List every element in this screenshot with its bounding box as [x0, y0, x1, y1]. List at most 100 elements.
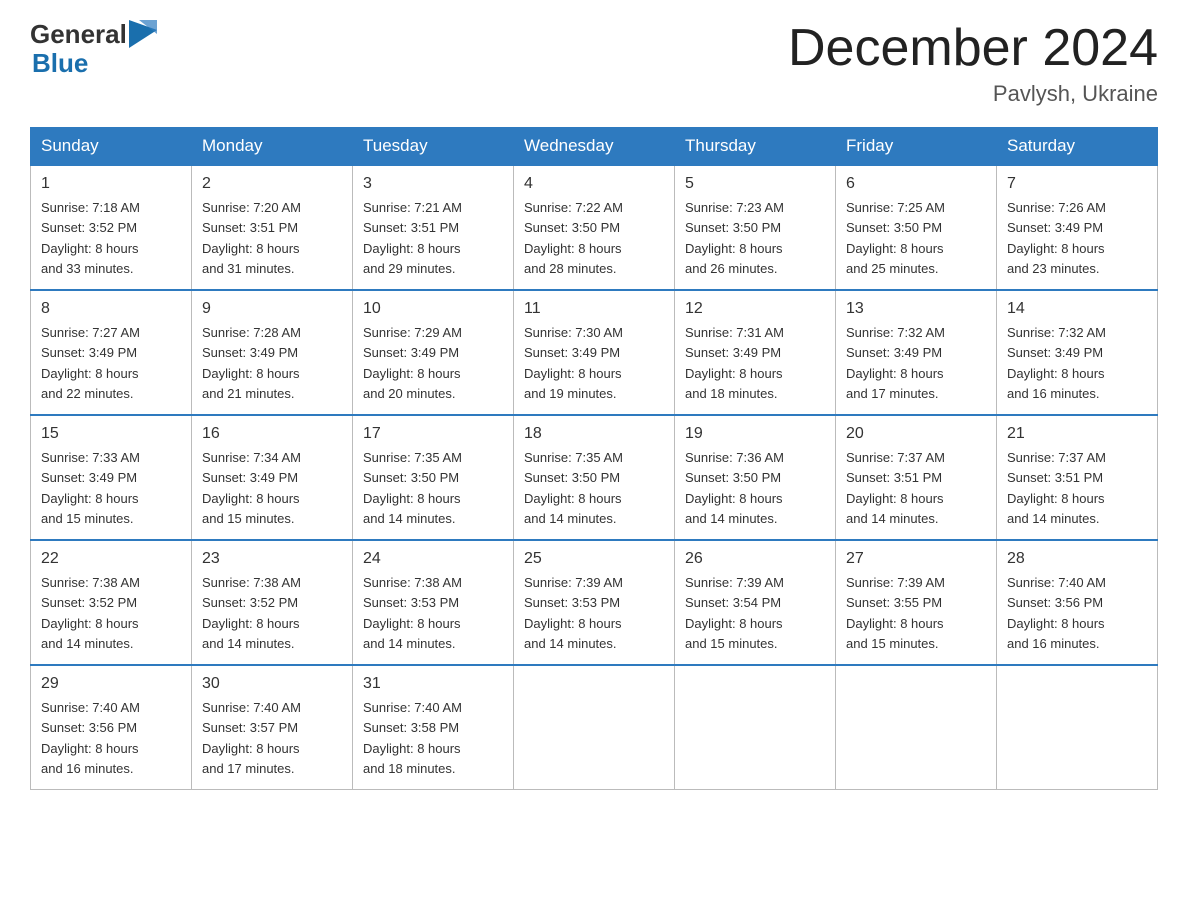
day-number: 4: [524, 172, 664, 196]
day-cell: 8 Sunrise: 7:27 AMSunset: 3:49 PMDayligh…: [31, 290, 192, 415]
day-number: 22: [41, 547, 181, 571]
day-cell: 2 Sunrise: 7:20 AMSunset: 3:51 PMDayligh…: [192, 165, 353, 290]
day-info: Sunrise: 7:23 AMSunset: 3:50 PMDaylight:…: [685, 200, 784, 276]
week-row-5: 29 Sunrise: 7:40 AMSunset: 3:56 PMDaylig…: [31, 665, 1158, 790]
day-number: 28: [1007, 547, 1147, 571]
day-number: 26: [685, 547, 825, 571]
day-number: 30: [202, 672, 342, 696]
day-cell: 22 Sunrise: 7:38 AMSunset: 3:52 PMDaylig…: [31, 540, 192, 665]
day-cell: 13 Sunrise: 7:32 AMSunset: 3:49 PMDaylig…: [836, 290, 997, 415]
day-number: 19: [685, 422, 825, 446]
day-info: Sunrise: 7:35 AMSunset: 3:50 PMDaylight:…: [363, 450, 462, 526]
day-cell: 16 Sunrise: 7:34 AMSunset: 3:49 PMDaylig…: [192, 415, 353, 540]
day-number: 11: [524, 297, 664, 321]
day-info: Sunrise: 7:39 AMSunset: 3:53 PMDaylight:…: [524, 575, 623, 651]
day-number: 21: [1007, 422, 1147, 446]
day-number: 25: [524, 547, 664, 571]
day-number: 15: [41, 422, 181, 446]
day-cell: 15 Sunrise: 7:33 AMSunset: 3:49 PMDaylig…: [31, 415, 192, 540]
day-cell: 3 Sunrise: 7:21 AMSunset: 3:51 PMDayligh…: [353, 165, 514, 290]
day-info: Sunrise: 7:22 AMSunset: 3:50 PMDaylight:…: [524, 200, 623, 276]
day-info: Sunrise: 7:27 AMSunset: 3:49 PMDaylight:…: [41, 325, 140, 401]
day-info: Sunrise: 7:31 AMSunset: 3:49 PMDaylight:…: [685, 325, 784, 401]
logo-blue: Blue: [32, 49, 161, 78]
day-info: Sunrise: 7:32 AMSunset: 3:49 PMDaylight:…: [846, 325, 945, 401]
day-info: Sunrise: 7:40 AMSunset: 3:56 PMDaylight:…: [41, 700, 140, 776]
day-number: 31: [363, 672, 503, 696]
day-info: Sunrise: 7:40 AMSunset: 3:56 PMDaylight:…: [1007, 575, 1106, 651]
day-number: 10: [363, 297, 503, 321]
weekday-header-friday: Friday: [836, 128, 997, 166]
title-area: December 2024 Pavlysh, Ukraine: [788, 20, 1158, 107]
weekday-header-monday: Monday: [192, 128, 353, 166]
logo-icon: [129, 20, 157, 48]
page-header: General Blue December 2024 Pavlysh, Ukra…: [30, 20, 1158, 107]
day-info: Sunrise: 7:30 AMSunset: 3:49 PMDaylight:…: [524, 325, 623, 401]
day-info: Sunrise: 7:40 AMSunset: 3:57 PMDaylight:…: [202, 700, 301, 776]
weekday-header-row: SundayMondayTuesdayWednesdayThursdayFrid…: [31, 128, 1158, 166]
day-info: Sunrise: 7:34 AMSunset: 3:49 PMDaylight:…: [202, 450, 301, 526]
day-number: 17: [363, 422, 503, 446]
month-title: December 2024: [788, 20, 1158, 77]
day-number: 3: [363, 172, 503, 196]
day-info: Sunrise: 7:37 AMSunset: 3:51 PMDaylight:…: [1007, 450, 1106, 526]
day-cell: 14 Sunrise: 7:32 AMSunset: 3:49 PMDaylig…: [997, 290, 1158, 415]
day-number: 1: [41, 172, 181, 196]
day-number: 23: [202, 547, 342, 571]
day-cell: 6 Sunrise: 7:25 AMSunset: 3:50 PMDayligh…: [836, 165, 997, 290]
day-cell: 25 Sunrise: 7:39 AMSunset: 3:53 PMDaylig…: [514, 540, 675, 665]
day-info: Sunrise: 7:21 AMSunset: 3:51 PMDaylight:…: [363, 200, 462, 276]
day-info: Sunrise: 7:28 AMSunset: 3:49 PMDaylight:…: [202, 325, 301, 401]
day-info: Sunrise: 7:38 AMSunset: 3:52 PMDaylight:…: [202, 575, 301, 651]
day-cell: 9 Sunrise: 7:28 AMSunset: 3:49 PMDayligh…: [192, 290, 353, 415]
weekday-header-wednesday: Wednesday: [514, 128, 675, 166]
day-info: Sunrise: 7:25 AMSunset: 3:50 PMDaylight:…: [846, 200, 945, 276]
day-info: Sunrise: 7:39 AMSunset: 3:54 PMDaylight:…: [685, 575, 784, 651]
day-number: 9: [202, 297, 342, 321]
day-info: Sunrise: 7:20 AMSunset: 3:51 PMDaylight:…: [202, 200, 301, 276]
day-number: 12: [685, 297, 825, 321]
calendar-table: SundayMondayTuesdayWednesdayThursdayFrid…: [30, 127, 1158, 790]
location: Pavlysh, Ukraine: [788, 81, 1158, 107]
day-cell: [836, 665, 997, 790]
weekday-header-sunday: Sunday: [31, 128, 192, 166]
day-number: 14: [1007, 297, 1147, 321]
day-cell: [514, 665, 675, 790]
day-cell: 27 Sunrise: 7:39 AMSunset: 3:55 PMDaylig…: [836, 540, 997, 665]
day-info: Sunrise: 7:33 AMSunset: 3:49 PMDaylight:…: [41, 450, 140, 526]
day-number: 6: [846, 172, 986, 196]
day-cell: 19 Sunrise: 7:36 AMSunset: 3:50 PMDaylig…: [675, 415, 836, 540]
day-info: Sunrise: 7:40 AMSunset: 3:58 PMDaylight:…: [363, 700, 462, 776]
day-number: 20: [846, 422, 986, 446]
day-number: 29: [41, 672, 181, 696]
day-cell: 24 Sunrise: 7:38 AMSunset: 3:53 PMDaylig…: [353, 540, 514, 665]
day-info: Sunrise: 7:38 AMSunset: 3:53 PMDaylight:…: [363, 575, 462, 651]
day-cell: 18 Sunrise: 7:35 AMSunset: 3:50 PMDaylig…: [514, 415, 675, 540]
day-number: 16: [202, 422, 342, 446]
weekday-header-tuesday: Tuesday: [353, 128, 514, 166]
day-cell: 12 Sunrise: 7:31 AMSunset: 3:49 PMDaylig…: [675, 290, 836, 415]
day-info: Sunrise: 7:29 AMSunset: 3:49 PMDaylight:…: [363, 325, 462, 401]
day-info: Sunrise: 7:36 AMSunset: 3:50 PMDaylight:…: [685, 450, 784, 526]
day-cell: 30 Sunrise: 7:40 AMSunset: 3:57 PMDaylig…: [192, 665, 353, 790]
day-cell: 21 Sunrise: 7:37 AMSunset: 3:51 PMDaylig…: [997, 415, 1158, 540]
day-info: Sunrise: 7:39 AMSunset: 3:55 PMDaylight:…: [846, 575, 945, 651]
day-cell: 11 Sunrise: 7:30 AMSunset: 3:49 PMDaylig…: [514, 290, 675, 415]
day-number: 13: [846, 297, 986, 321]
day-info: Sunrise: 7:35 AMSunset: 3:50 PMDaylight:…: [524, 450, 623, 526]
day-info: Sunrise: 7:18 AMSunset: 3:52 PMDaylight:…: [41, 200, 140, 276]
week-row-2: 8 Sunrise: 7:27 AMSunset: 3:49 PMDayligh…: [31, 290, 1158, 415]
day-cell: 7 Sunrise: 7:26 AMSunset: 3:49 PMDayligh…: [997, 165, 1158, 290]
day-cell: [675, 665, 836, 790]
day-cell: 20 Sunrise: 7:37 AMSunset: 3:51 PMDaylig…: [836, 415, 997, 540]
day-cell: 10 Sunrise: 7:29 AMSunset: 3:49 PMDaylig…: [353, 290, 514, 415]
day-cell: 26 Sunrise: 7:39 AMSunset: 3:54 PMDaylig…: [675, 540, 836, 665]
day-cell: 31 Sunrise: 7:40 AMSunset: 3:58 PMDaylig…: [353, 665, 514, 790]
day-cell: 4 Sunrise: 7:22 AMSunset: 3:50 PMDayligh…: [514, 165, 675, 290]
weekday-header-thursday: Thursday: [675, 128, 836, 166]
day-number: 18: [524, 422, 664, 446]
day-number: 2: [202, 172, 342, 196]
week-row-3: 15 Sunrise: 7:33 AMSunset: 3:49 PMDaylig…: [31, 415, 1158, 540]
day-number: 5: [685, 172, 825, 196]
day-cell: 17 Sunrise: 7:35 AMSunset: 3:50 PMDaylig…: [353, 415, 514, 540]
